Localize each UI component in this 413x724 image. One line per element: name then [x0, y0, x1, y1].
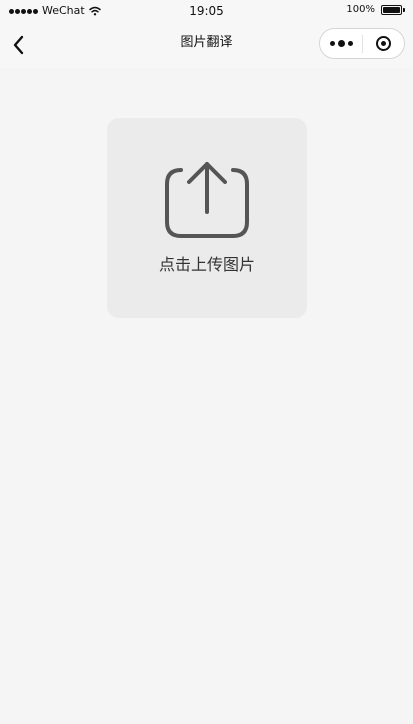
main-content: 点击上传图片 [0, 68, 413, 724]
target-icon [375, 36, 391, 51]
upload-share-icon [165, 162, 249, 238]
status-right-group: 100% [346, 4, 405, 15]
status-bar: WeChat 19:05 100% [0, 0, 413, 22]
mini-program-capsule [319, 28, 405, 59]
navigation-bar: 图片翻译 [0, 22, 413, 68]
upload-image-button[interactable]: 点击上传图片 [107, 118, 307, 318]
upload-label: 点击上传图片 [158, 255, 255, 274]
more-dots-icon [329, 40, 353, 47]
battery-percent: 100% [346, 4, 375, 15]
more-menu-button[interactable] [320, 29, 362, 58]
battery-icon [381, 4, 405, 15]
close-mini-program-button[interactable] [363, 29, 404, 58]
